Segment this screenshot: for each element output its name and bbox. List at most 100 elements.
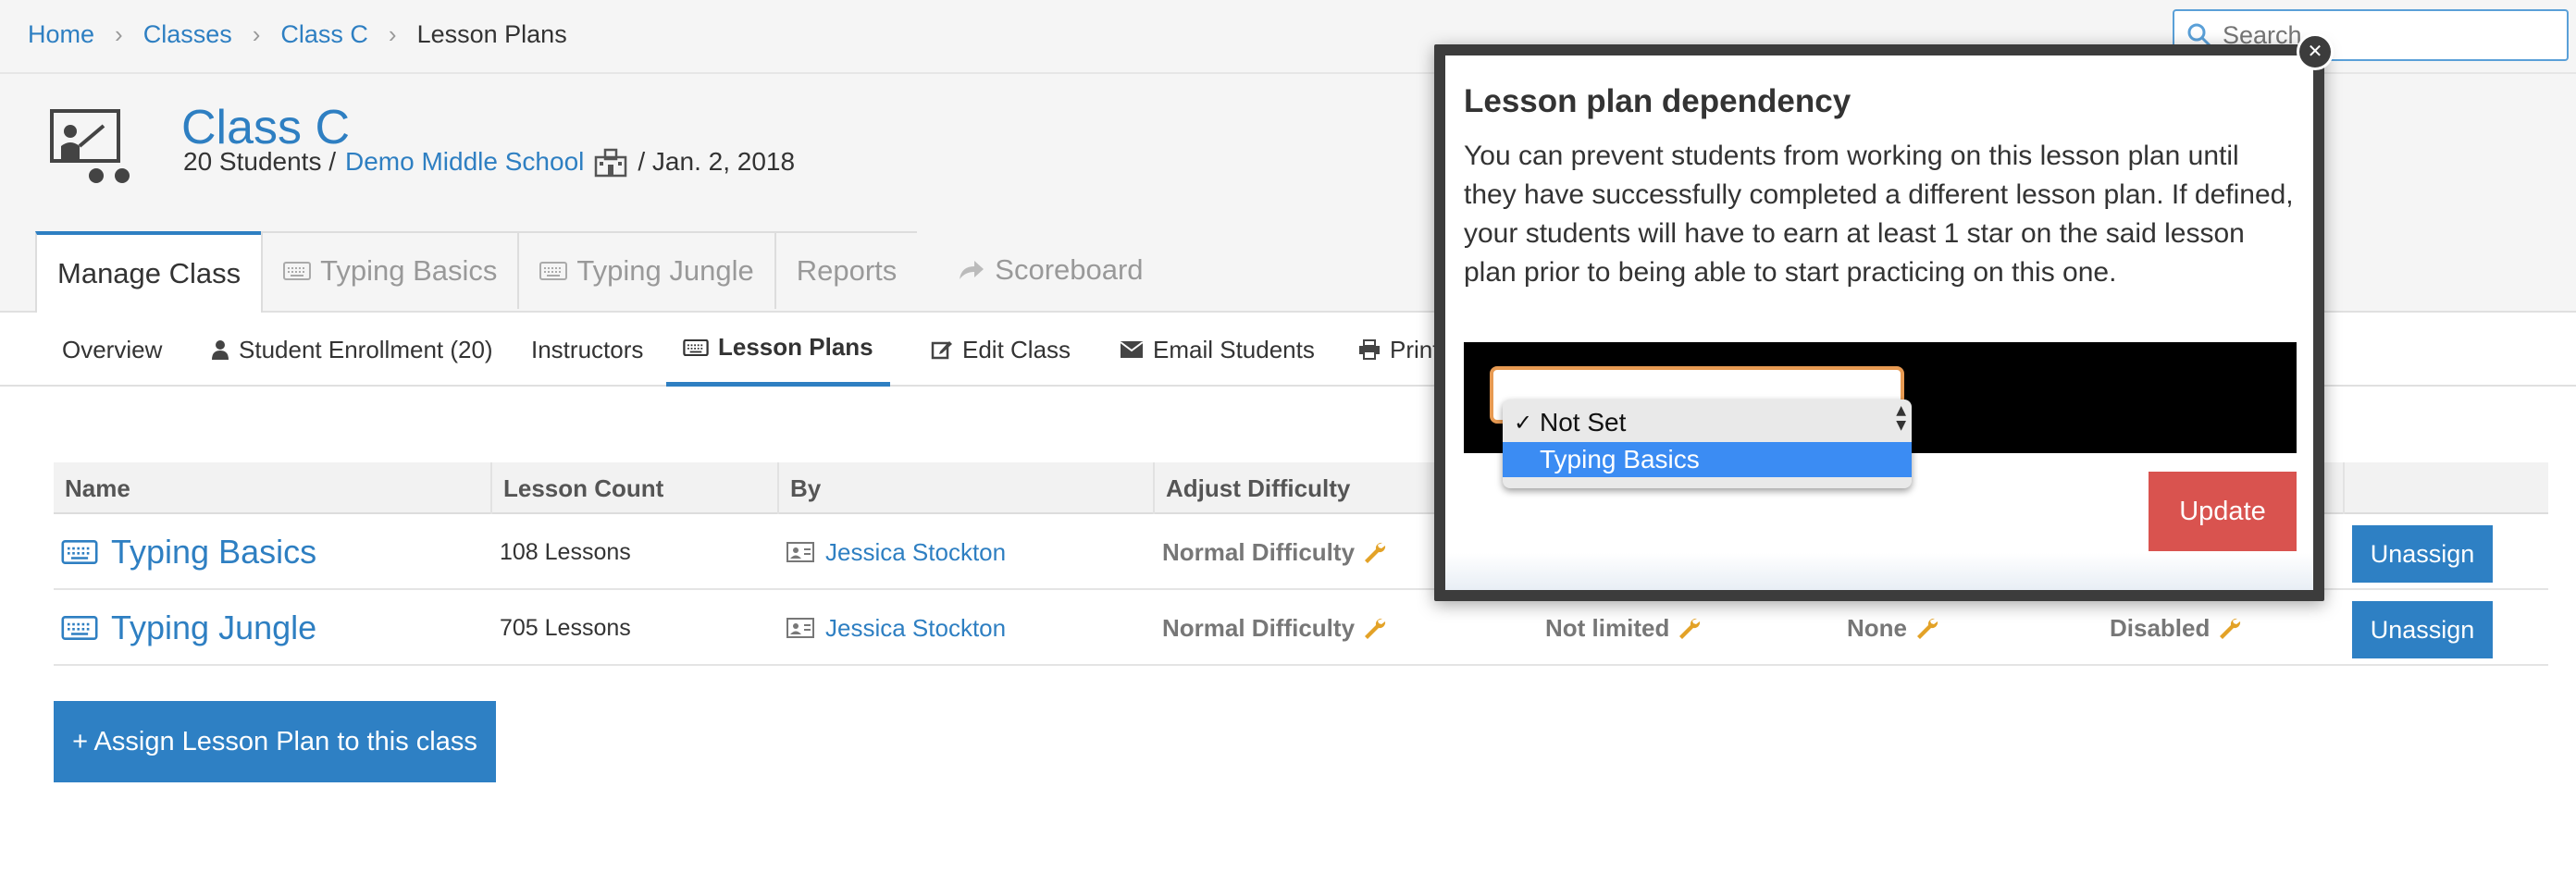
wrench-icon — [1365, 618, 1386, 639]
chevron-right-icon: › — [388, 20, 397, 48]
difficulty-setting[interactable]: Normal Difficulty — [1162, 590, 1386, 666]
tab-manage-class[interactable]: Manage Class — [35, 231, 264, 313]
breadcrumb-home[interactable]: Home — [28, 20, 94, 49]
option-not-set[interactable]: ✓ Not Set — [1503, 405, 1912, 440]
lesson-plan-name-text: Typing Basics — [111, 533, 317, 571]
subnav-instructors[interactable]: Instructors — [531, 313, 643, 387]
dependency-select[interactable]: ✓ Not Set Typing Basics ▲ ▼ — [1490, 366, 1912, 488]
id-card-icon — [786, 618, 814, 638]
class-meta: 20 Students / Demo Middle School / Jan. … — [183, 146, 795, 178]
chevron-right-icon: › — [252, 20, 261, 48]
keyboard-icon — [683, 338, 709, 356]
class-date: / Jan. 2, 2018 — [638, 147, 796, 176]
keyboard-icon — [61, 616, 98, 640]
subnav-label: Print — [1390, 335, 1440, 363]
breadcrumb-current: Lesson Plans — [416, 20, 567, 48]
wrench-icon — [1917, 618, 1938, 639]
share-icon — [960, 261, 985, 279]
subnav-label: Lesson Plans — [718, 333, 873, 361]
limit-text: Not limited — [1545, 613, 1670, 642]
option-label: Typing Basics — [1540, 445, 1700, 473]
user-icon — [212, 340, 229, 360]
tab-label: Typing Jungle — [576, 254, 754, 287]
subnav-lesson-plans[interactable]: Lesson Plans — [666, 313, 890, 387]
teacher-icon — [50, 109, 130, 183]
wrench-icon — [1365, 542, 1386, 563]
tab-label: Manage Class — [57, 257, 242, 289]
keyboard-icon — [539, 262, 568, 280]
tab-scoreboard[interactable]: Scoreboard — [917, 231, 1164, 309]
column-header-adjust-difficulty: Adjust Difficulty — [1153, 462, 1350, 514]
status-setting[interactable]: Disabled — [2110, 590, 2241, 666]
author-link[interactable]: Jessica Stockton — [786, 590, 1006, 666]
lesson-plan-name-text: Typing Jungle — [111, 609, 317, 646]
subnav-edit-class[interactable]: Edit Class — [931, 313, 1071, 387]
dependency-setting[interactable]: None — [1847, 590, 1938, 666]
subnav-label: Instructors — [531, 335, 644, 363]
modal-title: Lesson plan dependency — [1464, 83, 1852, 119]
option-typing-basics[interactable]: Typing Basics — [1503, 442, 1912, 477]
difficulty-text: Normal Difficulty — [1162, 613, 1356, 642]
student-count: 20 Students / — [183, 147, 337, 176]
tab-label: Scoreboard — [995, 253, 1144, 286]
select-arrows-icon: ▲ ▼ — [1896, 403, 1906, 433]
column-header-by: By — [777, 462, 821, 514]
subnav-overview[interactable]: Overview — [62, 313, 162, 387]
breadcrumb: Home › Classes › Class C › Lesson Plans — [28, 20, 567, 49]
column-header-name: Name — [65, 474, 130, 502]
status-text: Disabled — [2110, 613, 2211, 642]
tab-reports[interactable]: Reports — [774, 231, 920, 309]
chevron-right-icon: › — [115, 20, 123, 48]
subnav-label: Edit Class — [962, 335, 1071, 363]
modal-footer-gradient — [1445, 553, 2313, 590]
main-tabs: Manage Class Typing Basics Typing Jungle… — [35, 231, 1164, 313]
limit-setting[interactable]: Not limited — [1545, 590, 1701, 666]
dependency-options-list: ✓ Not Set Typing Basics ▲ ▼ — [1503, 400, 1912, 488]
edit-icon — [931, 341, 952, 360]
tab-typing-jungle[interactable]: Typing Jungle — [517, 231, 776, 309]
breadcrumb-class-c[interactable]: Class C — [280, 20, 368, 49]
option-label: Not Set — [1540, 408, 1627, 436]
lesson-count: 705 Lessons — [500, 614, 631, 641]
wrench-icon — [1679, 618, 1701, 639]
author-name: Jessica Stockton — [825, 613, 1007, 642]
difficulty-text: Normal Difficulty — [1162, 537, 1356, 566]
assign-lesson-plan-button[interactable]: + Assign Lesson Plan to this class — [54, 701, 496, 782]
subnav-label: Student Enrollment (20) — [239, 335, 493, 363]
lesson-count: 108 Lessons — [500, 538, 631, 565]
dependency-text: None — [1847, 613, 1907, 642]
lesson-plan-name[interactable]: Typing Basics — [61, 514, 316, 590]
table-row: Typing Jungle 705 Lessons Jessica Stockt… — [54, 590, 2548, 666]
lesson-plan-name[interactable]: Typing Jungle — [61, 590, 316, 666]
school-link[interactable]: Demo Middle School — [345, 147, 584, 177]
school-icon — [595, 148, 627, 178]
keyboard-icon — [283, 262, 312, 280]
column-header-actions — [2343, 462, 2548, 514]
close-icon[interactable]: ✕ — [2297, 33, 2334, 70]
difficulty-setting[interactable]: Normal Difficulty — [1162, 514, 1386, 590]
author-name: Jessica Stockton — [825, 537, 1007, 566]
column-header-lesson-count: Lesson Count — [490, 462, 663, 514]
tab-label: Reports — [796, 254, 898, 287]
checkmark-icon: ✓ — [1514, 410, 1533, 436]
lesson-plan-dependency-modal: Lesson plan dependency You can prevent s… — [1434, 44, 2324, 601]
keyboard-icon — [61, 540, 98, 564]
subnav-label: Email Students — [1153, 335, 1315, 363]
subnav-student-enrollment[interactable]: Student Enrollment (20) — [211, 313, 493, 387]
update-button[interactable]: Update — [2149, 472, 2297, 551]
unassign-button[interactable]: Unassign — [2352, 601, 2493, 658]
subnav-label: Overview — [62, 335, 163, 363]
id-card-icon — [786, 542, 814, 562]
tab-label: Typing Basics — [320, 254, 498, 287]
subnav-print[interactable]: Print — [1358, 313, 1439, 387]
unassign-button[interactable]: Unassign — [2352, 525, 2493, 583]
envelope-icon — [1120, 341, 1144, 358]
modal-description: You can prevent students from working on… — [1464, 141, 2294, 288]
printer-icon — [1359, 339, 1380, 360]
subnav-email-students[interactable]: Email Students — [1120, 313, 1315, 387]
dependency-select-area: ✓ Not Set Typing Basics ▲ ▼ — [1464, 342, 2297, 488]
tab-typing-basics[interactable]: Typing Basics — [261, 231, 520, 309]
wrench-icon — [2220, 618, 2241, 639]
author-link[interactable]: Jessica Stockton — [786, 514, 1006, 590]
breadcrumb-classes[interactable]: Classes — [143, 20, 232, 49]
